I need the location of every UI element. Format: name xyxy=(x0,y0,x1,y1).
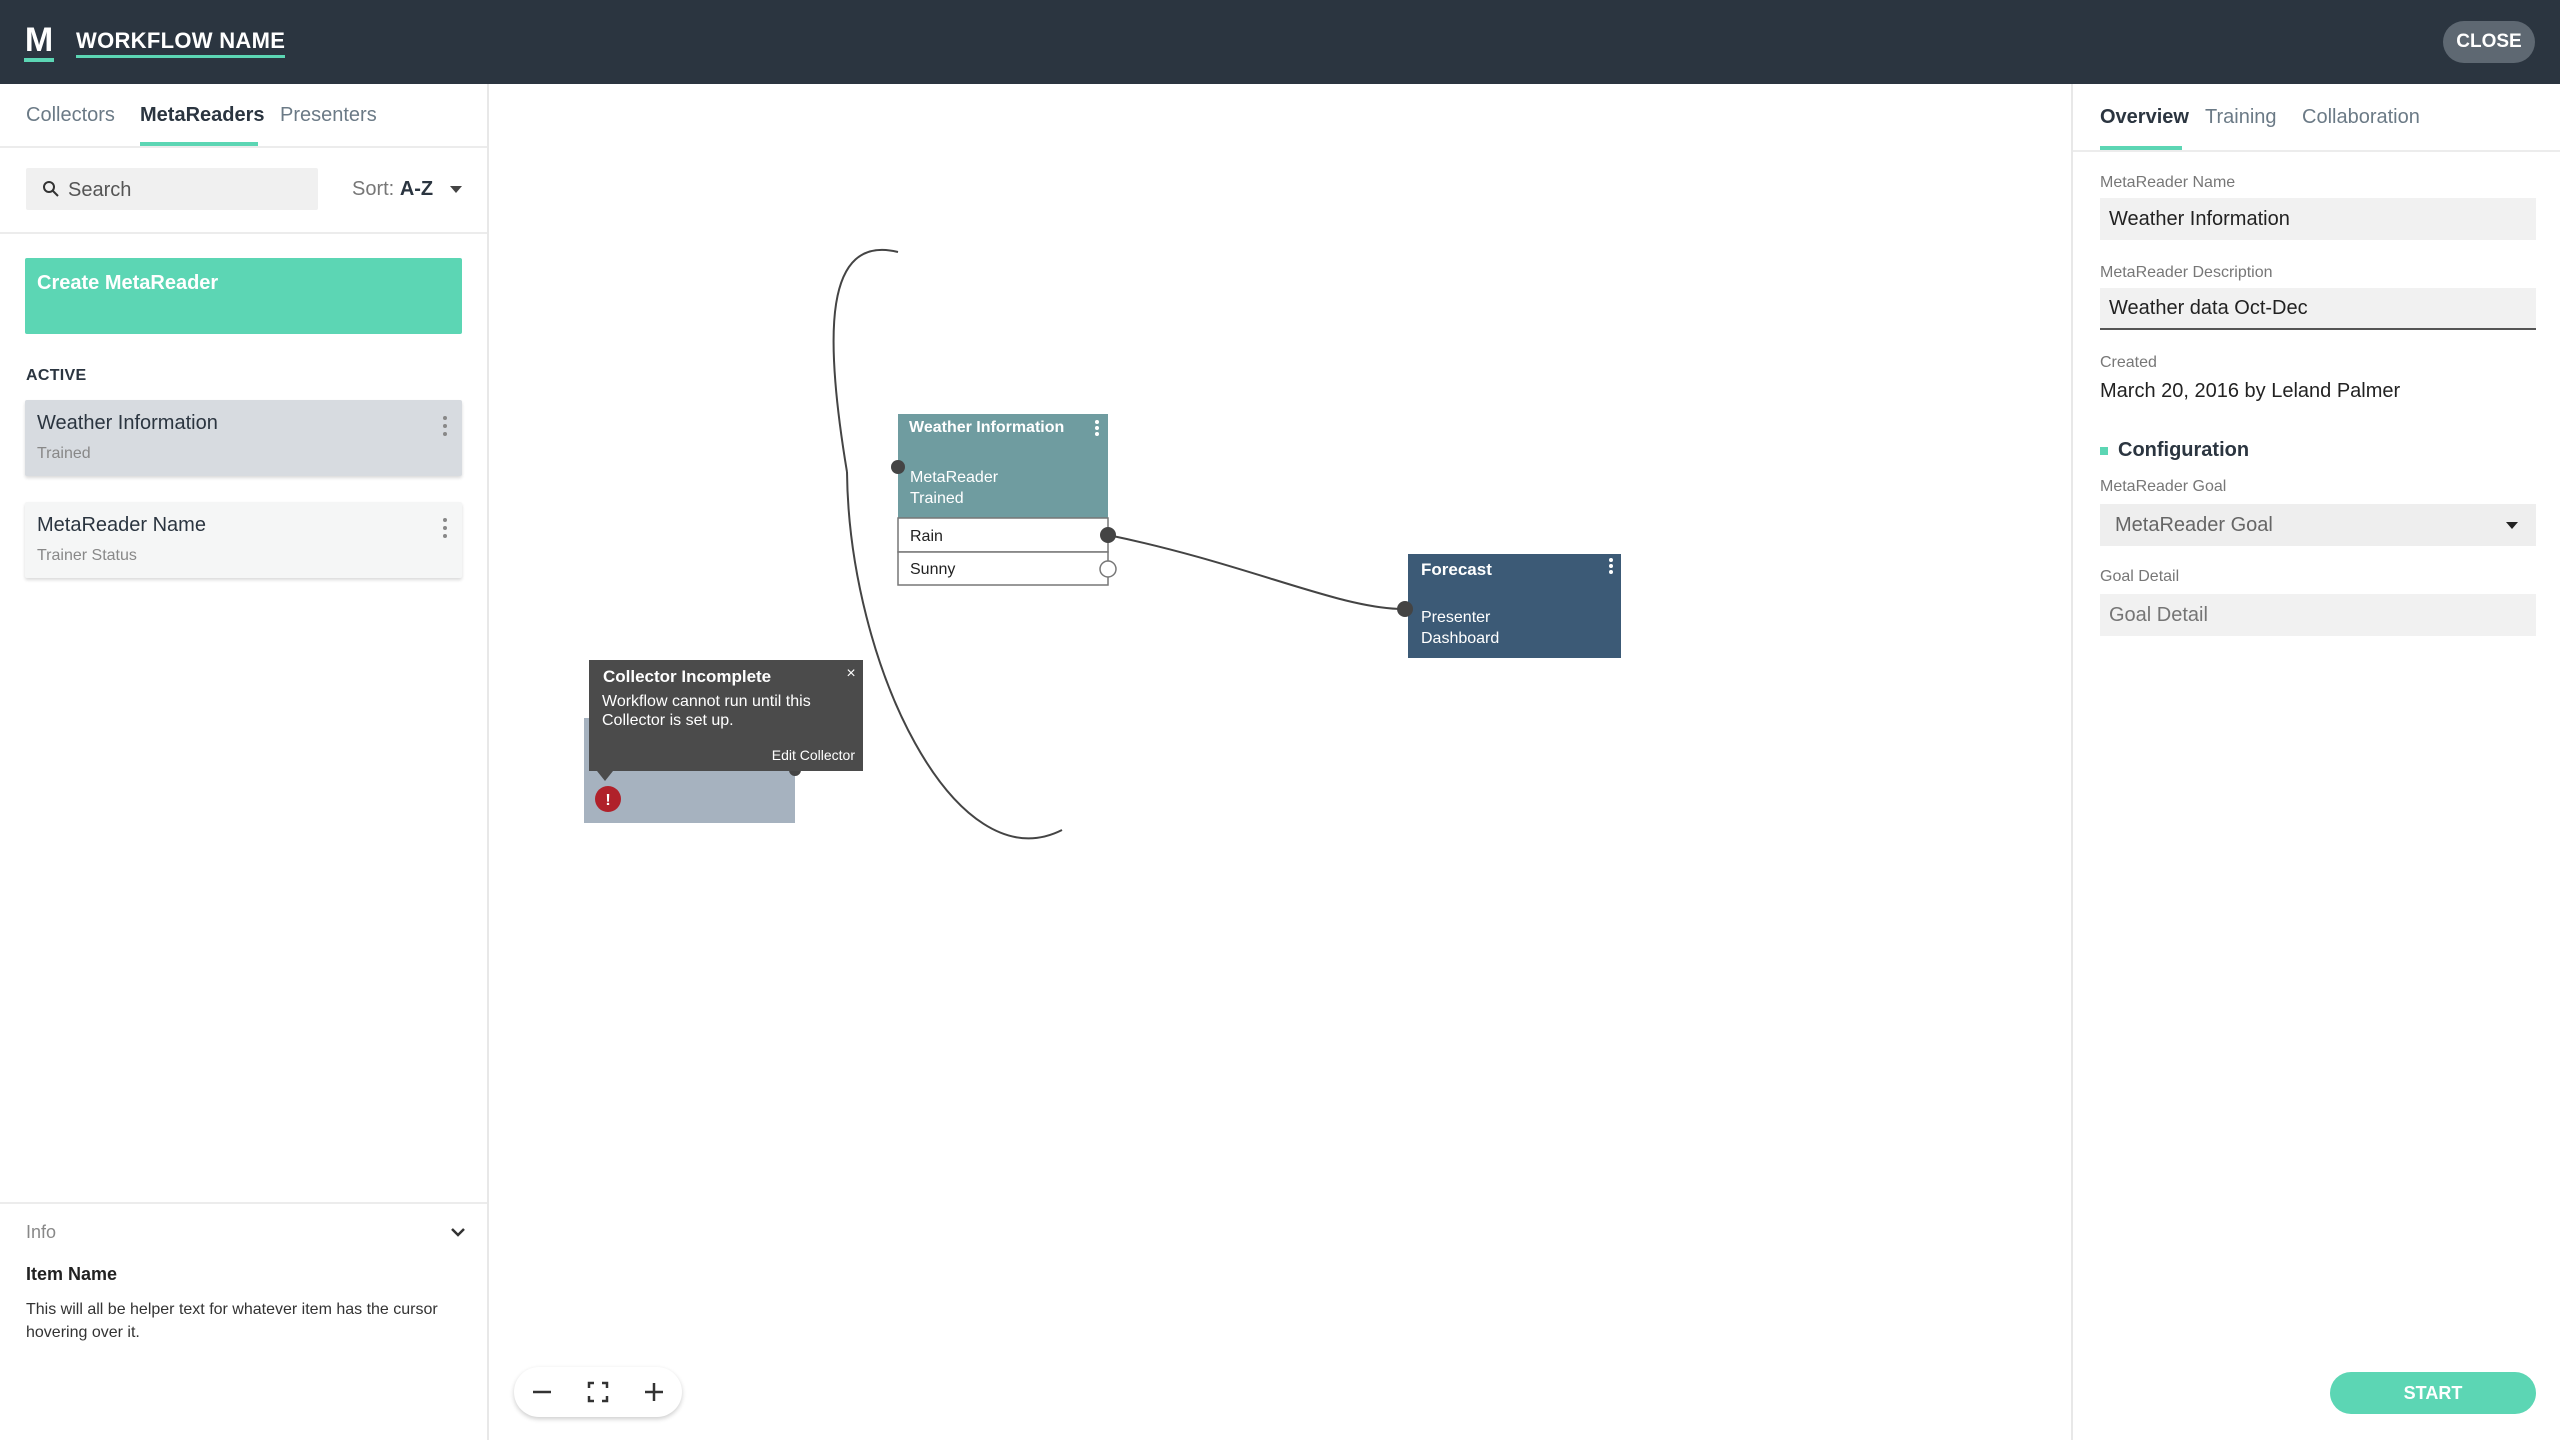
list-item[interactable]: Weather Information Trained xyxy=(25,400,462,476)
search-box xyxy=(26,168,318,212)
goal-detail-input[interactable] xyxy=(2100,594,2536,636)
metareader-node-status: Trained xyxy=(910,490,964,507)
presenter-node-type: Presenter xyxy=(1421,609,1491,626)
start-button[interactable]: START xyxy=(2330,1372,2536,1414)
kebab-menu-icon[interactable] xyxy=(1609,558,1613,574)
output-sunny: Sunny xyxy=(910,561,955,578)
metareader-node[interactable]: Weather Information MetaReader Trained R… xyxy=(891,414,1117,586)
collector-incomplete-tooltip: Collector Incomplete × Workflow cannot r… xyxy=(589,660,863,781)
list-item[interactable]: MetaReader Name Trainer Status xyxy=(25,502,462,578)
metareader-name-label: MetaReader Name xyxy=(2100,174,2236,191)
presenter-node-title: Forecast xyxy=(1421,560,1492,579)
workflow-name[interactable]: WORKFLOW NAME xyxy=(76,28,286,58)
connector-line xyxy=(1107,534,1405,610)
input-port[interactable] xyxy=(891,460,905,474)
sort-dropdown[interactable]: Sort: A-Z xyxy=(352,178,433,201)
list-item-status: Trained xyxy=(37,445,91,462)
tab-overview[interactable]: Overview xyxy=(2100,106,2189,129)
goal-select-value: MetaReader Goal xyxy=(2115,514,2273,536)
tooltip-message: Workflow cannot run until this Collector… xyxy=(602,693,811,729)
input-port[interactable] xyxy=(1397,601,1413,617)
left-tabs: Collectors MetaReaders Presenters xyxy=(0,84,487,148)
tooltip-title: Collector Incomplete xyxy=(603,667,771,686)
fit-screen-icon[interactable] xyxy=(570,1367,626,1417)
configuration-heading: Configuration xyxy=(2118,439,2250,461)
workflow-graph: ! Collector Incomplete × Workflow cannot… xyxy=(584,249,1621,839)
kebab-menu-icon[interactable] xyxy=(442,416,448,440)
zoom-in-icon[interactable] xyxy=(626,1367,682,1417)
metareader-node-type: MetaReader xyxy=(910,469,999,486)
presenter-node[interactable]: Forecast Presenter Dashboard xyxy=(1397,554,1621,658)
kebab-menu-icon[interactable] xyxy=(1095,420,1099,436)
left-panel: Collectors MetaReaders Presenters Sort: … xyxy=(0,84,489,1440)
connector-line xyxy=(832,249,899,473)
list-item-title: MetaReader Name xyxy=(37,514,206,536)
list-item-title: Weather Information xyxy=(37,412,218,434)
zoom-out-icon[interactable] xyxy=(514,1367,570,1417)
logo-accent-bar xyxy=(24,58,54,62)
sort-label: Sort: xyxy=(352,178,395,200)
info-item-name: Item Name xyxy=(26,1264,118,1284)
output-rain: Rain xyxy=(910,528,943,545)
right-panel: Overview Training Collaboration MetaRead… xyxy=(2071,84,2560,1440)
metareader-description-input[interactable] xyxy=(2100,288,2536,330)
goal-select[interactable]: MetaReader Goal xyxy=(2100,504,2536,546)
goal-detail-label: Goal Detail xyxy=(2100,568,2180,585)
edit-collector-link[interactable]: Edit Collector xyxy=(772,747,856,763)
app-logo-letter: M xyxy=(25,22,53,56)
app-logo-icon: M xyxy=(25,22,53,56)
output-port-sunny[interactable] xyxy=(1099,560,1117,578)
info-helper-text: This will all be helper text for whateve… xyxy=(26,1301,438,1341)
section-label-active: ACTIVE xyxy=(26,367,87,384)
search-icon xyxy=(43,181,59,197)
tab-metareaders[interactable]: MetaReaders xyxy=(140,104,265,127)
active-tab-indicator xyxy=(2100,146,2182,150)
list-item-status: Trainer Status xyxy=(37,547,137,564)
chevron-down-icon[interactable] xyxy=(450,1224,466,1240)
divider xyxy=(0,232,487,234)
info-label: Info xyxy=(26,1222,57,1242)
tab-collectors[interactable]: Collectors xyxy=(26,104,115,127)
created-label: Created xyxy=(2100,354,2157,371)
tab-collaboration[interactable]: Collaboration xyxy=(2302,106,2420,129)
create-metareader-button[interactable]: Create MetaReader xyxy=(25,258,462,334)
workflow-canvas[interactable]: ! Collector Incomplete × Workflow cannot… xyxy=(489,84,2071,1440)
tab-training[interactable]: Training xyxy=(2205,106,2277,129)
active-tab-indicator xyxy=(140,142,258,146)
kebab-menu-icon[interactable] xyxy=(442,518,448,542)
metareader-name-input[interactable] xyxy=(2100,198,2536,240)
error-mark: ! xyxy=(605,792,610,809)
zoom-controls xyxy=(514,1367,682,1417)
caret-down-icon xyxy=(2506,522,2518,529)
created-value: March 20, 2016 by Leland Palmer xyxy=(2100,380,2401,402)
sort-value: A-Z xyxy=(399,178,434,200)
goal-label: MetaReader Goal xyxy=(2100,478,2227,495)
divider xyxy=(2073,150,2560,152)
configuration-bullet-icon xyxy=(2100,447,2108,455)
close-icon[interactable]: × xyxy=(846,665,855,682)
close-button[interactable]: CLOSE xyxy=(2443,21,2535,63)
top-bar: M WORKFLOW NAME CLOSE xyxy=(0,0,2560,84)
presenter-node-subtype: Dashboard xyxy=(1421,630,1499,647)
metareader-node-title: Weather Information xyxy=(909,419,1065,436)
search-input[interactable] xyxy=(66,168,310,212)
metareader-description-label: MetaReader Description xyxy=(2100,264,2273,281)
caret-down-icon[interactable] xyxy=(450,186,462,193)
tab-presenters[interactable]: Presenters xyxy=(280,104,377,127)
output-port-rain[interactable] xyxy=(1100,527,1116,543)
info-section: Info Item Name This will all be helper t… xyxy=(0,1202,487,1442)
